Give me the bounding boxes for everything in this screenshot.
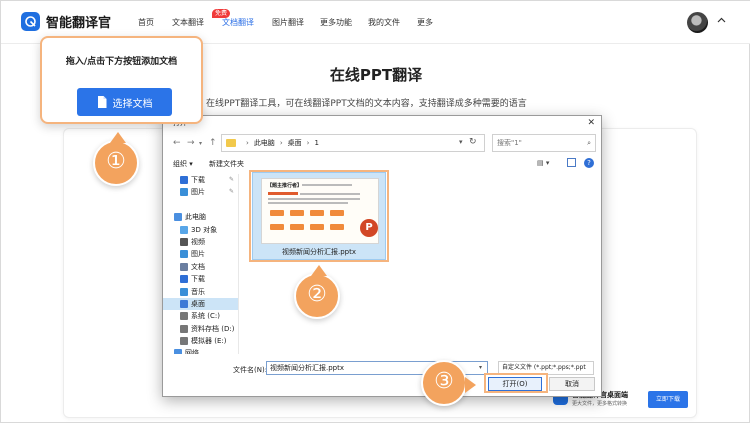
tooltip-text: 拖入/点击下方按钮添加文档 (65, 57, 178, 67)
step-badge-2: ② (294, 265, 340, 319)
tree-item[interactable]: 视频 (163, 236, 238, 248)
tree-item-label: 网络 (185, 349, 199, 354)
view-options-icon[interactable]: ▤ ▾ (537, 159, 549, 167)
network-icon (174, 349, 182, 354)
chevron-up-icon[interactable] (717, 16, 726, 25)
address-dropdown-icon[interactable]: ▾ (459, 138, 463, 146)
address-bar[interactable]: › 此电脑 › 桌面 › 1 (221, 134, 485, 152)
tree-item[interactable]: 图片 ✎ (163, 186, 238, 198)
tree-item-label: 图片 (191, 188, 205, 197)
avatar[interactable] (687, 12, 708, 33)
tree-item (163, 199, 238, 211)
breadcrumb-folder-1[interactable]: 1 (314, 139, 318, 147)
filename-label: 文件名(N): (233, 366, 268, 374)
forward-arrow-icon[interactable]: → (187, 138, 195, 148)
tree-item-label: 下载 (191, 275, 205, 284)
filename-dropdown-icon[interactable]: ▾ (479, 364, 482, 371)
folder-icon (226, 139, 236, 147)
logo-icon (21, 12, 40, 31)
download-icon (180, 176, 188, 184)
logo-text: 智能翻译官 (46, 16, 112, 31)
breadcrumb-this-pc[interactable]: 此电脑 (254, 138, 275, 148)
picture-icon (180, 250, 188, 259)
drive-icon (180, 324, 188, 333)
tree-item[interactable]: 桌面 (163, 297, 238, 311)
pin-icon: ✎ (229, 176, 235, 183)
nav-more[interactable]: 更多 (417, 1, 447, 44)
document-icon (97, 96, 106, 108)
step-badge-3: ③ (421, 360, 476, 406)
tree-item[interactable]: 下载 (163, 273, 238, 285)
step-badge-1: ① (93, 132, 139, 186)
navigation-tree: 下载 ✎ 图片 ✎ 此电脑 3D 对象 视频 图片 文档 下载 音乐 桌面 系统 (C:) 资料存档 (D… (163, 174, 239, 354)
tree-item[interactable]: 资料存档 (D:) (163, 323, 238, 335)
download-icon (180, 275, 188, 284)
organize-button[interactable]: 组织 ▾ (173, 159, 193, 169)
file-highlight-frame (249, 170, 389, 262)
pc-icon (174, 213, 182, 222)
tree-item-label: 3D 对象 (191, 225, 218, 234)
drive-icon (180, 337, 188, 346)
tree-item[interactable]: 文档 (163, 261, 238, 273)
preview-pane-icon[interactable] (567, 158, 576, 167)
select-document-button[interactable]: 选择文档 (77, 88, 172, 116)
promo-subtitle: 更大文件，更多格式转换 (572, 401, 628, 407)
nav-my-files[interactable]: 我的文件 (368, 1, 417, 44)
tree-item[interactable]: 音乐 (163, 286, 238, 298)
tree-item-label: 系统 (C:) (191, 312, 220, 321)
tree-item-label: 模拟器 (E:) (191, 337, 227, 346)
cancel-button[interactable]: 取消 (549, 377, 595, 391)
breadcrumb-desktop[interactable]: 桌面 (288, 138, 302, 148)
document-icon (180, 262, 188, 271)
tree-item[interactable]: 下载 ✎ (163, 174, 238, 186)
app-logo[interactable]: 智能翻译官 (21, 12, 111, 31)
tree-item[interactable]: 系统 (C:) (163, 310, 238, 322)
tree-item-label: 下载 (191, 176, 205, 184)
nav-image-translate[interactable]: 图片翻译 (272, 1, 320, 44)
search-input[interactable]: 搜索"1" ⌕ (492, 134, 596, 152)
drive-icon (180, 312, 188, 321)
refresh-icon[interactable]: ↻ (469, 137, 477, 147)
tree-item[interactable]: 图片 (163, 248, 238, 260)
tree-item[interactable]: 网络 (163, 347, 238, 354)
tree-item-label: 图片 (191, 250, 205, 259)
tree-item[interactable]: 此电脑 (163, 211, 238, 223)
video-icon (180, 237, 188, 246)
open-highlight-frame (484, 373, 548, 393)
tree-item-label: 此电脑 (185, 213, 206, 222)
tree-item-label: 桌面 (191, 299, 205, 308)
address-row: ← → ▾ ↑ › 此电脑 › 桌面 › 1 ▾ ↻ 搜索"1" ⌕ (163, 134, 601, 154)
pin-icon: ✎ (229, 188, 235, 196)
help-icon[interactable]: ? (584, 158, 594, 168)
dialog-title: 打开 (163, 116, 601, 130)
new-folder-button[interactable]: 新建文件夹 (209, 159, 244, 169)
desktop-icon (180, 299, 188, 308)
tree-item[interactable]: 模拟器 (E:) (163, 335, 238, 347)
music-icon (180, 287, 188, 296)
tree-item-label: 资料存档 (D:) (191, 324, 235, 333)
recent-dropdown-icon[interactable]: ▾ (199, 140, 202, 147)
nav-doc-translate[interactable]: 文档翻译 (222, 1, 272, 44)
search-icon: ⌕ (587, 139, 591, 147)
page-subtitle: 在线PPT翻译工具，可在线翻译PPT文档的文本内容，支持翻译成多种需要的语言 (206, 99, 527, 109)
tree-item-label: 音乐 (191, 287, 205, 296)
picture-icon (180, 188, 188, 197)
back-arrow-icon[interactable]: ← (173, 138, 181, 148)
nav-more-features[interactable]: 更多功能 (320, 1, 368, 44)
tree-item-label: 视频 (191, 237, 205, 246)
tree-item[interactable]: 3D 对象 (163, 224, 238, 236)
3d-icon (180, 225, 188, 234)
up-arrow-icon[interactable]: ↑ (209, 138, 217, 148)
upload-tooltip: 拖入/点击下方按钮添加文档 选择文档 (40, 36, 203, 124)
download-now-button[interactable]: 立即下载 (648, 391, 688, 408)
close-icon[interactable]: ✕ (587, 118, 595, 128)
tree-item-label: 文档 (191, 262, 205, 271)
